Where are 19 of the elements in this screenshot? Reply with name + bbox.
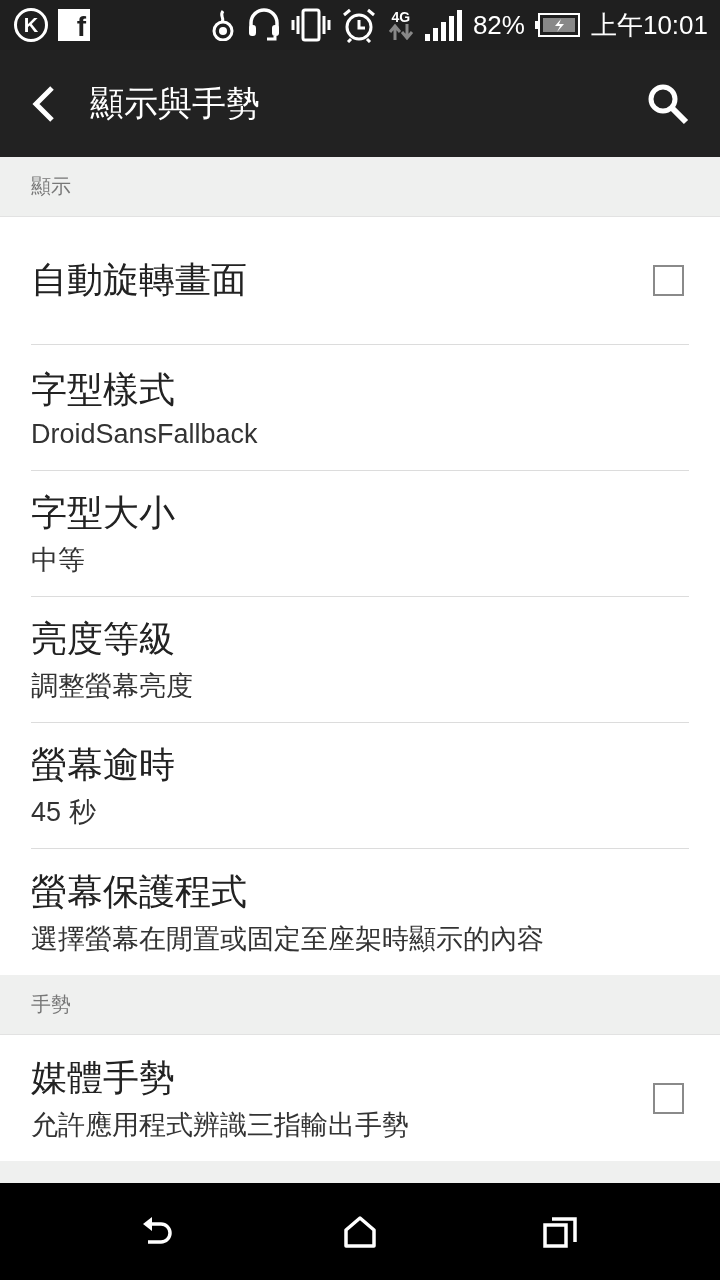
setting-summary: 調整螢幕亮度 bbox=[31, 670, 194, 703]
clock-time: 上午10:01 bbox=[590, 8, 708, 42]
setting-title: 自動旋轉畫面 bbox=[31, 258, 248, 302]
setting-title: 亮度等級 bbox=[31, 617, 176, 661]
app-logo-icon: f bbox=[58, 9, 90, 41]
setting-summary: 45 秒 bbox=[31, 796, 97, 829]
network-type: 4G bbox=[391, 10, 411, 24]
setting-title: 媒體手勢 bbox=[31, 1055, 176, 1100]
screen-title: 顯示與手勢 bbox=[90, 82, 261, 124]
battery-percent: 82% bbox=[472, 9, 525, 41]
setting-title: 螢幕逾時 bbox=[31, 743, 176, 787]
app-logo-icon: K bbox=[14, 8, 48, 42]
setting-title: 字型大小 bbox=[31, 491, 176, 535]
setting-summary: 中等 bbox=[31, 544, 86, 577]
setting-summary: 允許應用程式辨識三指輸出手勢 bbox=[31, 1108, 410, 1142]
setting-title: 螢幕保護程式 bbox=[31, 869, 248, 914]
setting-title: 字型樣式 bbox=[31, 367, 176, 412]
setting-summary: 選擇螢幕在閒置或固定至座架時顯示的內容 bbox=[31, 922, 545, 956]
setting-summary: DroidSansFallback bbox=[31, 418, 259, 450]
